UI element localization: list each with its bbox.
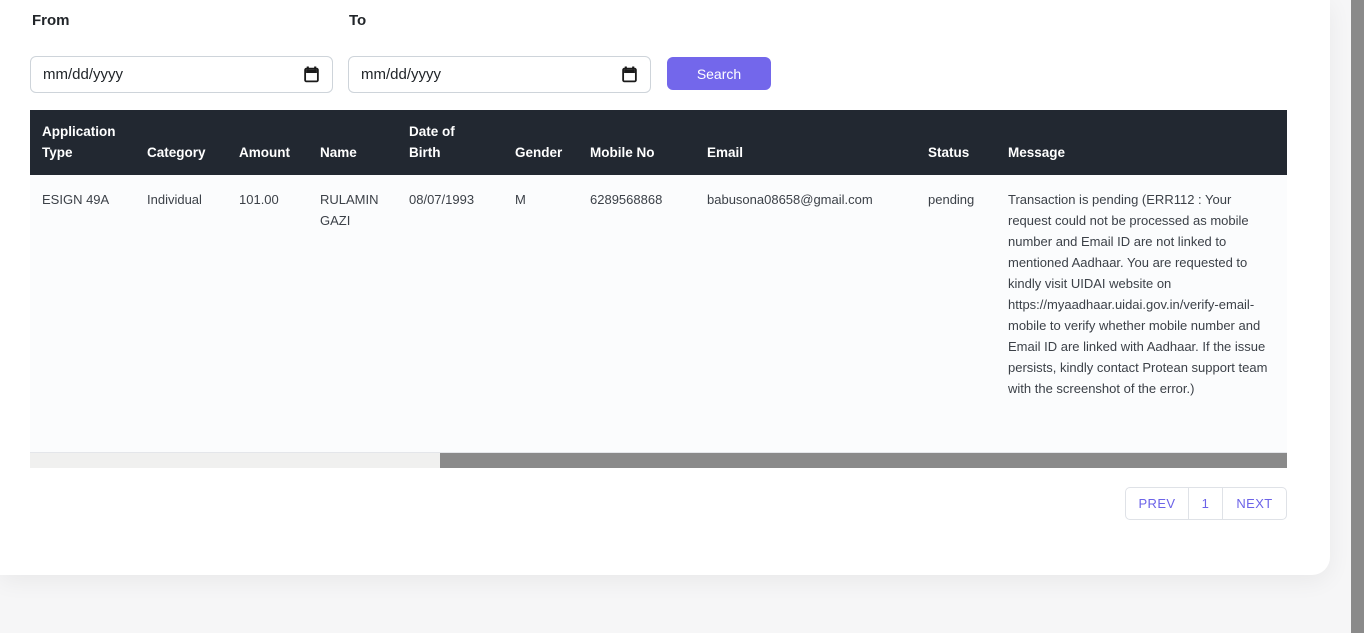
table-horizontal-scrollbar[interactable] — [30, 452, 1287, 468]
col-name: Name — [308, 110, 397, 175]
content-card: From To mm/dd/yyyy mm/dd/yyyy Search App… — [0, 0, 1330, 575]
from-date-input[interactable]: mm/dd/yyyy — [30, 56, 333, 93]
cell-email: babusona08658@gmail.com — [695, 175, 916, 452]
col-mobile-no: Mobile No — [578, 110, 695, 175]
cell-name: RULAMIN GAZI — [308, 175, 397, 452]
to-date-placeholder: mm/dd/yyyy — [361, 66, 441, 83]
calendar-icon[interactable] — [303, 66, 320, 83]
to-label: To — [349, 12, 366, 29]
search-button[interactable]: Search — [667, 57, 771, 90]
cell-amount: 101.00 — [227, 175, 308, 452]
cell-gender: M — [503, 175, 578, 452]
cell-status: pending — [916, 175, 996, 452]
col-message: Message — [996, 110, 1287, 175]
pagination: PREV 1 NEXT — [1125, 487, 1287, 520]
page-vertical-scrollbar[interactable] — [1351, 0, 1364, 633]
col-category: Category — [135, 110, 227, 175]
col-application-type: Application Type — [30, 110, 135, 175]
page-vertical-scrollbar-thumb[interactable] — [1351, 0, 1364, 633]
cell-date-of-birth: 08/07/1993 — [397, 175, 503, 452]
table-row: ESIGN 49A Individual 101.00 RULAMIN GAZI… — [30, 175, 1287, 452]
pagination-page-1-button[interactable]: 1 — [1189, 487, 1222, 520]
pagination-prev-button[interactable]: PREV — [1125, 487, 1189, 520]
cell-category: Individual — [135, 175, 227, 452]
col-amount: Amount — [227, 110, 308, 175]
cell-message: Transaction is pending (ERR112 : Your re… — [996, 175, 1287, 452]
pagination-next-button[interactable]: NEXT — [1222, 487, 1287, 520]
calendar-icon[interactable] — [621, 66, 638, 83]
table-header: Application Type Category Amount Name Da… — [30, 110, 1287, 175]
col-gender: Gender — [503, 110, 578, 175]
col-status: Status — [916, 110, 996, 175]
cell-mobile-no: 6289568868 — [578, 175, 695, 452]
col-email: Email — [695, 110, 916, 175]
from-date-placeholder: mm/dd/yyyy — [43, 66, 123, 83]
results-table: Application Type Category Amount Name Da… — [30, 110, 1287, 468]
cell-application-type: ESIGN 49A — [30, 175, 135, 452]
table-horizontal-scrollbar-thumb[interactable] — [440, 453, 1287, 468]
col-date-of-birth: Date of Birth — [397, 110, 503, 175]
to-date-input[interactable]: mm/dd/yyyy — [348, 56, 651, 93]
from-label: From — [32, 12, 70, 29]
